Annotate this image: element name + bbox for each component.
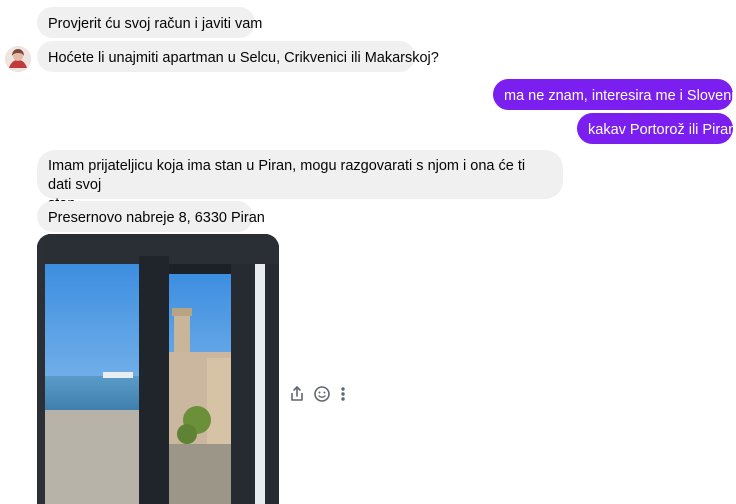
message-text: Presernovo nabreje 8, 6330 Piran [48, 210, 265, 226]
smiley-icon[interactable] [313, 385, 331, 403]
message-text: Provjerit ću svoj račun i javiti vam [48, 16, 263, 32]
outgoing-message[interactable]: ma ne znam, interesira me i Slovenija [493, 79, 736, 110]
message-text: kakav Portorož ili Piran [588, 122, 736, 138]
photo-attachment[interactable] [37, 234, 279, 504]
message-text: ma ne znam, interesira me i Slovenija [504, 88, 736, 104]
incoming-message[interactable]: Hoćete li unajmiti apartman u Selcu, Cri… [37, 41, 439, 72]
avatar-image [5, 46, 31, 72]
incoming-message[interactable]: Imam prijateljicu koja ima stan u Piran,… [37, 150, 563, 212]
more-vertical-icon[interactable] [339, 385, 357, 403]
photo-image [37, 234, 279, 504]
incoming-message[interactable]: Provjerit ću svoj račun i javiti vam [37, 7, 262, 38]
outgoing-message[interactable]: kakav Portorož ili Piran [577, 113, 736, 144]
share-icon[interactable] [289, 385, 307, 403]
avatar[interactable] [5, 46, 31, 72]
message-text: Imam prijateljicu koja ima stan u Piran,… [48, 158, 526, 193]
message-text: Hoćete li unajmiti apartman u Selcu, Cri… [48, 50, 439, 66]
incoming-message[interactable]: Presernovo nabreje 8, 6330 Piran [37, 201, 265, 232]
